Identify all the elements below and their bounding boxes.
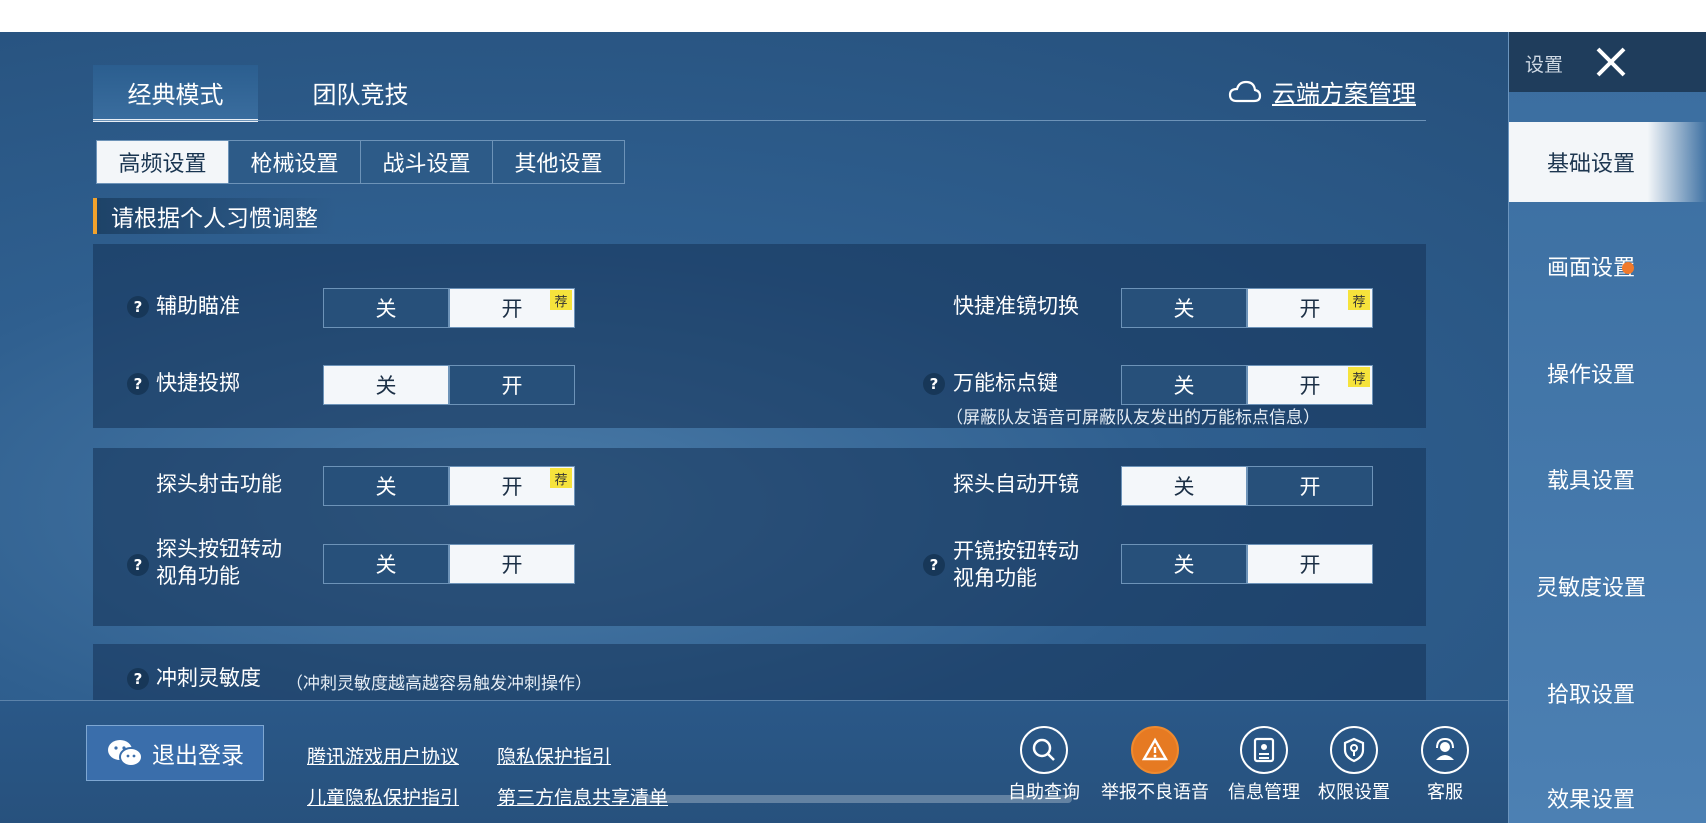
peek-button-rotate-off[interactable]: 关 xyxy=(323,544,449,584)
settings-main: 经典模式 团队竞技 云端方案管理 高频设置 枪械设置 战斗设置 其他设置 请根据… xyxy=(0,32,1508,823)
help-icon[interactable]: ? xyxy=(127,296,149,318)
recommend-badge: 荐 xyxy=(1348,367,1370,387)
scope-button-rotate-line2: 视角功能 xyxy=(953,566,1037,590)
link-child-privacy[interactable]: 儿童隐私保护指引 xyxy=(307,783,459,810)
notification-dot xyxy=(1622,262,1634,274)
section-title: 请根据个人习惯调整 xyxy=(93,198,336,234)
shield-icon[interactable] xyxy=(1330,726,1378,774)
sidebar-item-graphics[interactable]: 画面设置 xyxy=(1509,226,1706,306)
help-icon[interactable]: ? xyxy=(923,373,945,395)
cloud-plan-link[interactable]: 云端方案管理 xyxy=(1228,74,1416,109)
help-icon[interactable]: ? xyxy=(127,373,149,395)
peek-fire-on[interactable]: 开荐 xyxy=(449,466,575,506)
aim-assist-off[interactable]: 关 xyxy=(323,288,449,328)
universal-marker-off[interactable]: 关 xyxy=(1121,365,1247,405)
recommend-badge: 荐 xyxy=(550,290,572,310)
scope-button-rotate-off[interactable]: 关 xyxy=(1121,544,1247,584)
peek-button-rotate-line2: 视角功能 xyxy=(156,564,240,588)
link-privacy-guide[interactable]: 隐私保护指引 xyxy=(497,742,611,769)
peek-fire-label: 探头射击功能 xyxy=(156,472,282,496)
subtab-high-frequency[interactable]: 高频设置 xyxy=(96,140,229,184)
peek-button-rotate-toggle: 关 开 xyxy=(323,544,575,584)
aim-assist-on[interactable]: 开荐 xyxy=(449,288,575,328)
universal-marker-on[interactable]: 开荐 xyxy=(1247,365,1373,405)
sub-tabs: 高频设置 枪械设置 战斗设置 其他设置 xyxy=(96,140,625,184)
peek-auto-scope-toggle: 关 开 xyxy=(1121,466,1373,506)
toggle-on-text: 开 xyxy=(1299,374,1321,398)
peek-auto-scope-label: 探头自动开镜 xyxy=(953,472,1079,496)
peek-auto-scope-on[interactable]: 开 xyxy=(1247,466,1373,506)
sprint-sensitivity-note: （冲刺灵敏度越高越容易触发冲刺操作） xyxy=(286,674,592,694)
sidebar-item-controls[interactable]: 操作设置 xyxy=(1509,333,1706,413)
report-voice-label: 举报不良语音 xyxy=(1101,782,1209,803)
quick-throw-label: 快捷投掷 xyxy=(156,371,240,395)
wechat-icon xyxy=(108,740,143,767)
quick-throw-off[interactable]: 关 xyxy=(323,365,449,405)
subtab-combat[interactable]: 战斗设置 xyxy=(360,140,493,184)
cloud-icon xyxy=(1228,80,1262,102)
tab-classic-mode[interactable]: 经典模式 xyxy=(93,65,258,122)
peek-button-rotate-label: 探头按钮转动 视角功能 xyxy=(156,536,282,590)
settings-panel-1: ? 辅助瞄准 关 开荐 快捷准镜切换 关 开荐 ? 快捷投掷 关 开 ? 万能标… xyxy=(93,244,1426,428)
cloud-plan-label[interactable]: 云端方案管理 xyxy=(1272,74,1416,109)
peek-fire-off[interactable]: 关 xyxy=(323,466,449,506)
sprint-sensitivity-label: 冲刺灵敏度 xyxy=(156,666,261,690)
aim-assist-toggle: 关 开荐 xyxy=(323,288,575,328)
help-icon[interactable]: ? xyxy=(127,668,149,690)
toggle-on-text: 开 xyxy=(501,475,523,499)
search-icon[interactable] xyxy=(1020,726,1068,774)
quick-scope-switch-label: 快捷准镜切换 xyxy=(953,294,1079,318)
recommend-badge: 荐 xyxy=(1348,290,1370,310)
logout-button[interactable]: 退出登录 xyxy=(86,725,264,781)
sidebar-title: 设置 xyxy=(1525,54,1564,76)
peek-button-rotate-line1: 探头按钮转动 xyxy=(156,537,282,561)
settings-sidebar: 设置 基础设置 画面设置 操作设置 载具设置 灵敏度设置 拾取设置 效果设置 xyxy=(1508,32,1706,823)
quick-scope-switch-off[interactable]: 关 xyxy=(1121,288,1247,328)
universal-marker-toggle: 关 开荐 xyxy=(1121,365,1373,405)
customer-service-icon[interactable] xyxy=(1421,726,1469,774)
scope-button-rotate-on[interactable]: 开 xyxy=(1247,544,1373,584)
customer-service-label: 客服 xyxy=(1427,782,1463,803)
help-icon[interactable]: ? xyxy=(127,554,149,576)
info-manage-icon[interactable] xyxy=(1240,726,1288,774)
settings-panel-2: 探头射击功能 关 开荐 探头自动开镜 关 开 ? 探头按钮转动 视角功能 关 开… xyxy=(93,448,1426,626)
sidebar-item-basic[interactable]: 基础设置 xyxy=(1509,122,1706,202)
universal-marker-note: （屏蔽队友语音可屏蔽队友发出的万能标点信息） xyxy=(946,408,1320,428)
report-voice-icon[interactable] xyxy=(1131,726,1179,774)
logout-label: 退出登录 xyxy=(152,743,244,769)
peek-auto-scope-off[interactable]: 关 xyxy=(1121,466,1247,506)
quick-throw-on[interactable]: 开 xyxy=(449,365,575,405)
scope-button-rotate-line1: 开镜按钮转动 xyxy=(953,539,1079,563)
tab-divider xyxy=(93,120,1426,121)
subtab-weapon[interactable]: 枪械设置 xyxy=(228,140,361,184)
link-user-agreement[interactable]: 腾讯游戏用户协议 xyxy=(307,742,459,769)
universal-marker-label: 万能标点键 xyxy=(953,371,1058,395)
sidebar-item-vehicle[interactable]: 载具设置 xyxy=(1509,439,1706,519)
sidebar-item-effects[interactable]: 效果设置 xyxy=(1509,758,1706,823)
sidebar-item-sensitivity[interactable]: 灵敏度设置 xyxy=(1509,546,1706,626)
horizontal-scrollbar[interactable] xyxy=(634,795,1072,803)
quick-throw-toggle: 关 开 xyxy=(323,365,575,405)
quick-scope-switch-on[interactable]: 开荐 xyxy=(1247,288,1373,328)
toggle-on-text: 开 xyxy=(1299,297,1321,321)
sidebar-item-pickup[interactable]: 拾取设置 xyxy=(1509,653,1706,733)
scope-button-rotate-toggle: 关 开 xyxy=(1121,544,1373,584)
peek-button-rotate-on[interactable]: 开 xyxy=(449,544,575,584)
peek-fire-toggle: 关 开荐 xyxy=(323,466,575,506)
help-icon[interactable]: ? xyxy=(923,554,945,576)
toggle-on-text: 开 xyxy=(501,297,523,321)
tab-team-deathmatch[interactable]: 团队竞技 xyxy=(278,65,443,119)
close-icon[interactable] xyxy=(1589,40,1633,84)
scope-button-rotate-label: 开镜按钮转动 视角功能 xyxy=(953,538,1079,592)
quick-scope-switch-toggle: 关 开荐 xyxy=(1121,288,1373,328)
subtab-other[interactable]: 其他设置 xyxy=(492,140,625,184)
sidebar-header: 设置 xyxy=(1509,32,1706,92)
game-screen: 经典模式 团队竞技 云端方案管理 高频设置 枪械设置 战斗设置 其他设置 请根据… xyxy=(0,32,1706,823)
aim-assist-label: 辅助瞄准 xyxy=(156,294,240,318)
settings-panel-3: ? 冲刺灵敏度 （冲刺灵敏度越高越容易触发冲刺操作） xyxy=(93,644,1426,704)
recommend-badge: 荐 xyxy=(550,468,572,488)
